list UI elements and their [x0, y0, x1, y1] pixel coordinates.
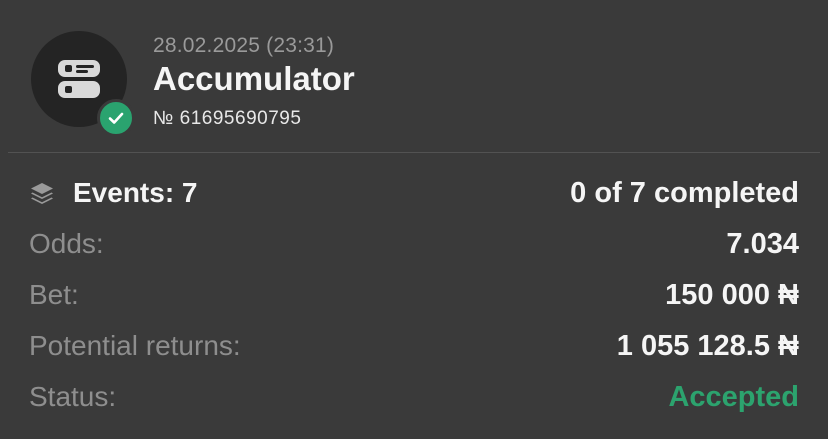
bet-title: Accumulator — [153, 60, 355, 97]
events-row[interactable]: Events: 7 0 of 7 completed — [0, 173, 828, 213]
bet-amount-row: Bet: 150 000 ₦ — [0, 275, 828, 315]
bet-card: 28.02.2025 (23:31) Accumulator № 6169569… — [0, 0, 828, 439]
potential-returns-row: Potential returns: 1 055 128.5 ₦ — [0, 326, 828, 366]
accepted-badge — [97, 99, 135, 137]
events-label: Events: 7 — [73, 177, 198, 208]
bet-amount-label: Bet: — [29, 279, 79, 310]
events-completed-value: 0 of 7 completed — [570, 177, 799, 209]
layers-icon — [31, 183, 53, 204]
bet-amount-value: 150 000 ₦ — [665, 279, 799, 311]
status-value: Accepted — [668, 381, 799, 413]
odds-row: Odds: 7.034 — [0, 224, 828, 264]
status-row: Status: Accepted — [0, 377, 828, 417]
check-icon — [108, 112, 124, 124]
odds-label: Odds: — [29, 228, 104, 259]
header-divider — [8, 152, 820, 153]
bet-header: 28.02.2025 (23:31) Accumulator № 6169569… — [0, 0, 828, 152]
odds-value: 7.034 — [726, 228, 799, 260]
bet-number: № 61695690795 — [153, 108, 302, 129]
potential-returns-value: 1 055 128.5 ₦ — [616, 330, 799, 362]
status-label: Status: — [29, 381, 117, 412]
coupon-icon — [58, 60, 100, 98]
potential-returns-label: Potential returns: — [29, 330, 241, 361]
bet-date: 28.02.2025 (23:31) — [153, 34, 335, 57]
